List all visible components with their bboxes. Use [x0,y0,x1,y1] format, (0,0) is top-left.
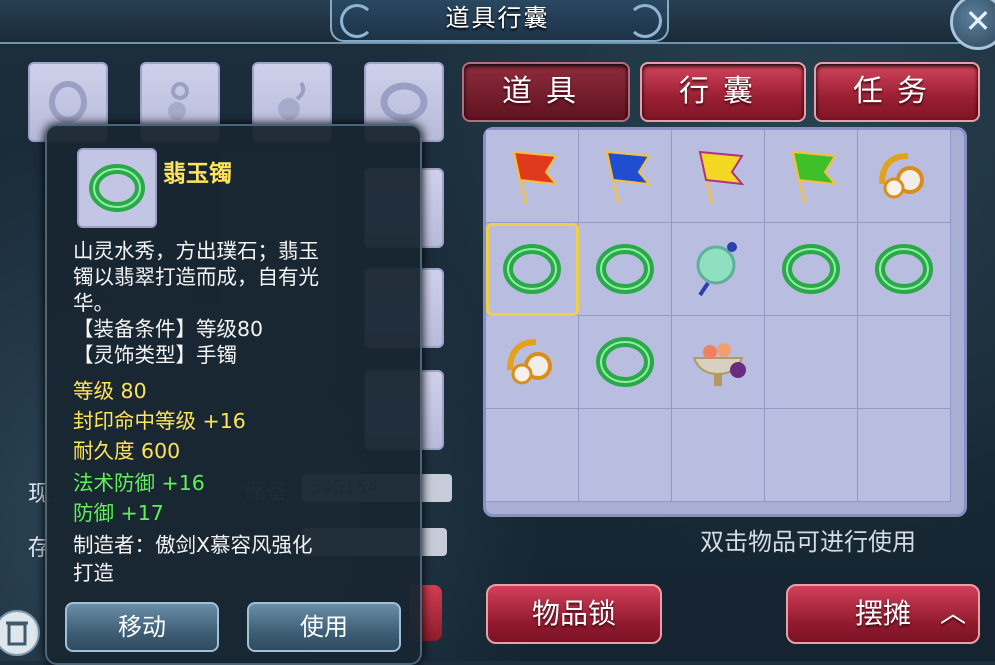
jade-bracelet-icon [782,244,840,294]
inventory-cell[interactable] [672,223,765,316]
inventory-cell[interactable] [858,130,951,223]
pendant-icon [168,82,189,120]
defense-label: 防御 [73,501,114,525]
tooltip-item-icon-frame [77,148,157,228]
inventory-cell-empty[interactable] [579,409,672,502]
accessory-type: 【灵饰类型】手镯 [73,343,237,367]
usage-hint: 双击物品可进行使用 [700,528,916,556]
inventory-cell[interactable] [672,130,765,223]
inventory-cell[interactable] [672,316,765,409]
yellow-flag-icon [698,150,745,205]
inventory-grid [483,127,967,517]
pearl-earring-icon [507,339,552,385]
jade-bracelet-icon [503,244,561,294]
inventory-cell[interactable] [486,130,579,223]
level-label: 等级 [73,379,114,403]
inventory-cell[interactable] [858,223,951,316]
stall-button[interactable]: 摆摊 ︿ [786,584,980,644]
close-icon: ✕ [964,2,992,40]
window-title: 道具行囊 [445,4,550,32]
pearl-earring-icon [879,153,924,199]
magic-defense-value: +16 [161,471,205,495]
item-description-line: 华。 [73,291,114,315]
bracelet-icon [380,82,428,122]
earring-icon [278,81,306,120]
inventory-cell-empty[interactable] [765,409,858,502]
jade-bracelet-icon [875,244,933,294]
equip-requirement: 【装备条件】等级80 [73,317,264,341]
inventory-cell-empty[interactable] [858,409,951,502]
inventory-cell-empty[interactable] [672,409,765,502]
jade-pendant-icon [696,242,737,297]
chevron-up-icon: ︿ [939,599,966,629]
stall-button-label: 摆摊 [854,597,911,630]
tab-quest[interactable]: 任务 [814,62,980,122]
seal-hit-label: 封印命中等级 [73,409,196,433]
green-flag-icon [791,150,838,205]
item-tooltip: 翡玉镯 山灵水秀，方出璞石；翡玉 镯以翡翠打造而成，自有光 华。 【装备条件】等… [45,124,422,665]
inventory-cell[interactable] [765,130,858,223]
magic-defense-label: 法术防御 [73,471,155,495]
use-button[interactable]: 使用 [247,602,401,652]
maker-info: 打造 [73,561,114,585]
jade-bracelet-icon [89,164,145,212]
magic-defense-stat: 法术防御 +16 [73,470,205,496]
inventory-cell-empty[interactable] [765,316,858,409]
fruit-bowl-icon [692,343,746,386]
inventory-cell[interactable] [579,316,672,409]
item-description-line: 山灵水秀，方出璞石；翡玉 [73,239,319,263]
defense-stat: 防御 +17 [73,500,164,526]
tab-items[interactable]: 道具 [462,62,630,122]
durability-label: 耐久度 [73,439,135,463]
tab-bag[interactable]: 行囊 [640,62,806,122]
item-name: 翡玉镯 [163,161,232,187]
inventory-cell[interactable] [765,223,858,316]
seal-hit-stat: 封印命中等级 +16 [73,408,246,434]
move-button[interactable]: 移动 [65,602,219,652]
durability-value: 600 [141,439,181,463]
inventory-cell[interactable] [579,223,672,316]
inventory-cell-empty[interactable] [858,316,951,409]
level-value: 80 [120,379,147,403]
ring-icon [49,81,87,123]
level-stat: 等级 80 [73,378,147,404]
inventory-cell-empty[interactable] [486,409,579,502]
maker-info: 制造者：傲剑X慕容风强化 [73,533,313,557]
item-lock-button[interactable]: 物品锁 [486,584,662,644]
inventory-cell[interactable] [579,130,672,223]
jade-bracelet-icon [596,244,654,294]
blue-flag-icon [605,150,652,205]
trash-button[interactable] [0,610,40,656]
jade-bracelet-icon [596,337,654,387]
defense-value: +17 [120,501,164,525]
inventory-cell-selected[interactable] [486,223,579,316]
trash-icon [6,621,28,646]
inventory-cell[interactable] [486,316,579,409]
red-flag-icon [512,150,559,205]
item-description-line: 镯以翡翠打造而成，自有光 [73,265,319,289]
seal-hit-value: +16 [202,409,246,433]
durability-stat: 耐久度 600 [73,438,180,464]
